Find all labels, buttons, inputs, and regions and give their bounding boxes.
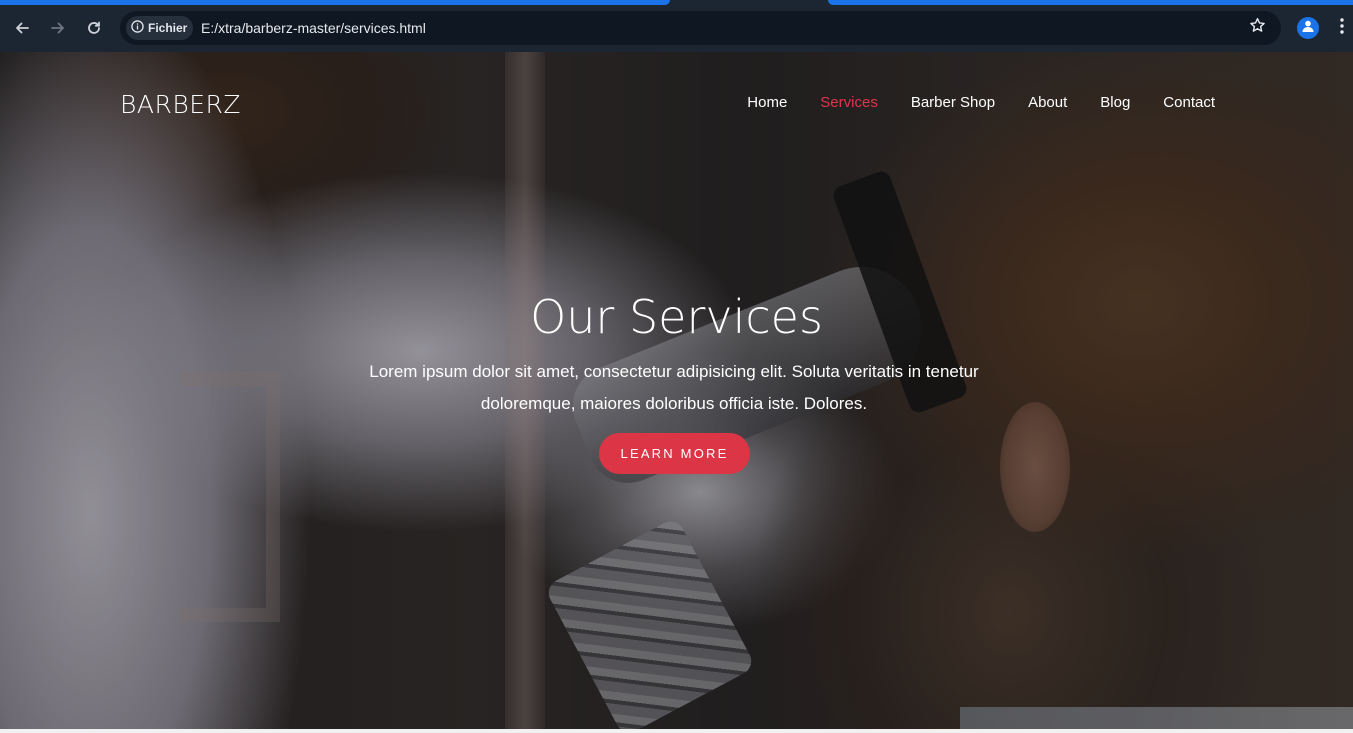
person-icon (1301, 19, 1315, 38)
reload-button[interactable] (82, 16, 106, 40)
page-bottom-edge (0, 729, 1353, 733)
url-text[interactable]: E:/xtra/barberz-master/services.html (201, 20, 426, 36)
nav-contact[interactable]: Contact (1163, 94, 1215, 111)
bookmark-button[interactable] (1246, 17, 1268, 39)
tab-strip (0, 0, 1353, 5)
nav-barber-shop[interactable]: Barber Shop (911, 94, 995, 111)
arrow-right-icon (50, 20, 66, 36)
browser-menu-button[interactable] (1334, 17, 1350, 39)
profile-button[interactable] (1297, 17, 1319, 39)
tab-accent-left (0, 0, 670, 5)
hero-title: Our Services (530, 290, 823, 344)
learn-more-button[interactable]: LEARN MORE (599, 433, 750, 474)
site-info-chip[interactable]: Fichier (126, 16, 193, 40)
reload-icon (86, 20, 102, 36)
info-icon (131, 20, 144, 36)
site-logo[interactable]: BARBERZ (120, 90, 241, 119)
forward-button[interactable] (46, 16, 70, 40)
kebab-menu-icon (1340, 17, 1344, 39)
site-chip-label: Fichier (148, 21, 188, 35)
address-bar[interactable]: Fichier E:/xtra/barberz-master/services.… (120, 11, 1281, 45)
tab-accent-right (828, 0, 1353, 5)
arrow-left-icon (14, 20, 30, 36)
page-viewport: BARBERZ Home Services Barber Shop About … (0, 52, 1353, 733)
back-button[interactable] (10, 16, 34, 40)
nav-services[interactable]: Services (820, 94, 878, 111)
browser-toolbar: Fichier E:/xtra/barberz-master/services.… (0, 0, 1353, 52)
nav-about[interactable]: About (1028, 94, 1067, 111)
nav-blog[interactable]: Blog (1100, 94, 1130, 111)
hero-description: Lorem ipsum dolor sit amet, consectetur … (369, 362, 979, 413)
site-nav: Home Services Barber Shop About Blog Con… (714, 94, 1215, 111)
star-icon (1249, 17, 1266, 39)
nav-home[interactable]: Home (747, 94, 787, 111)
